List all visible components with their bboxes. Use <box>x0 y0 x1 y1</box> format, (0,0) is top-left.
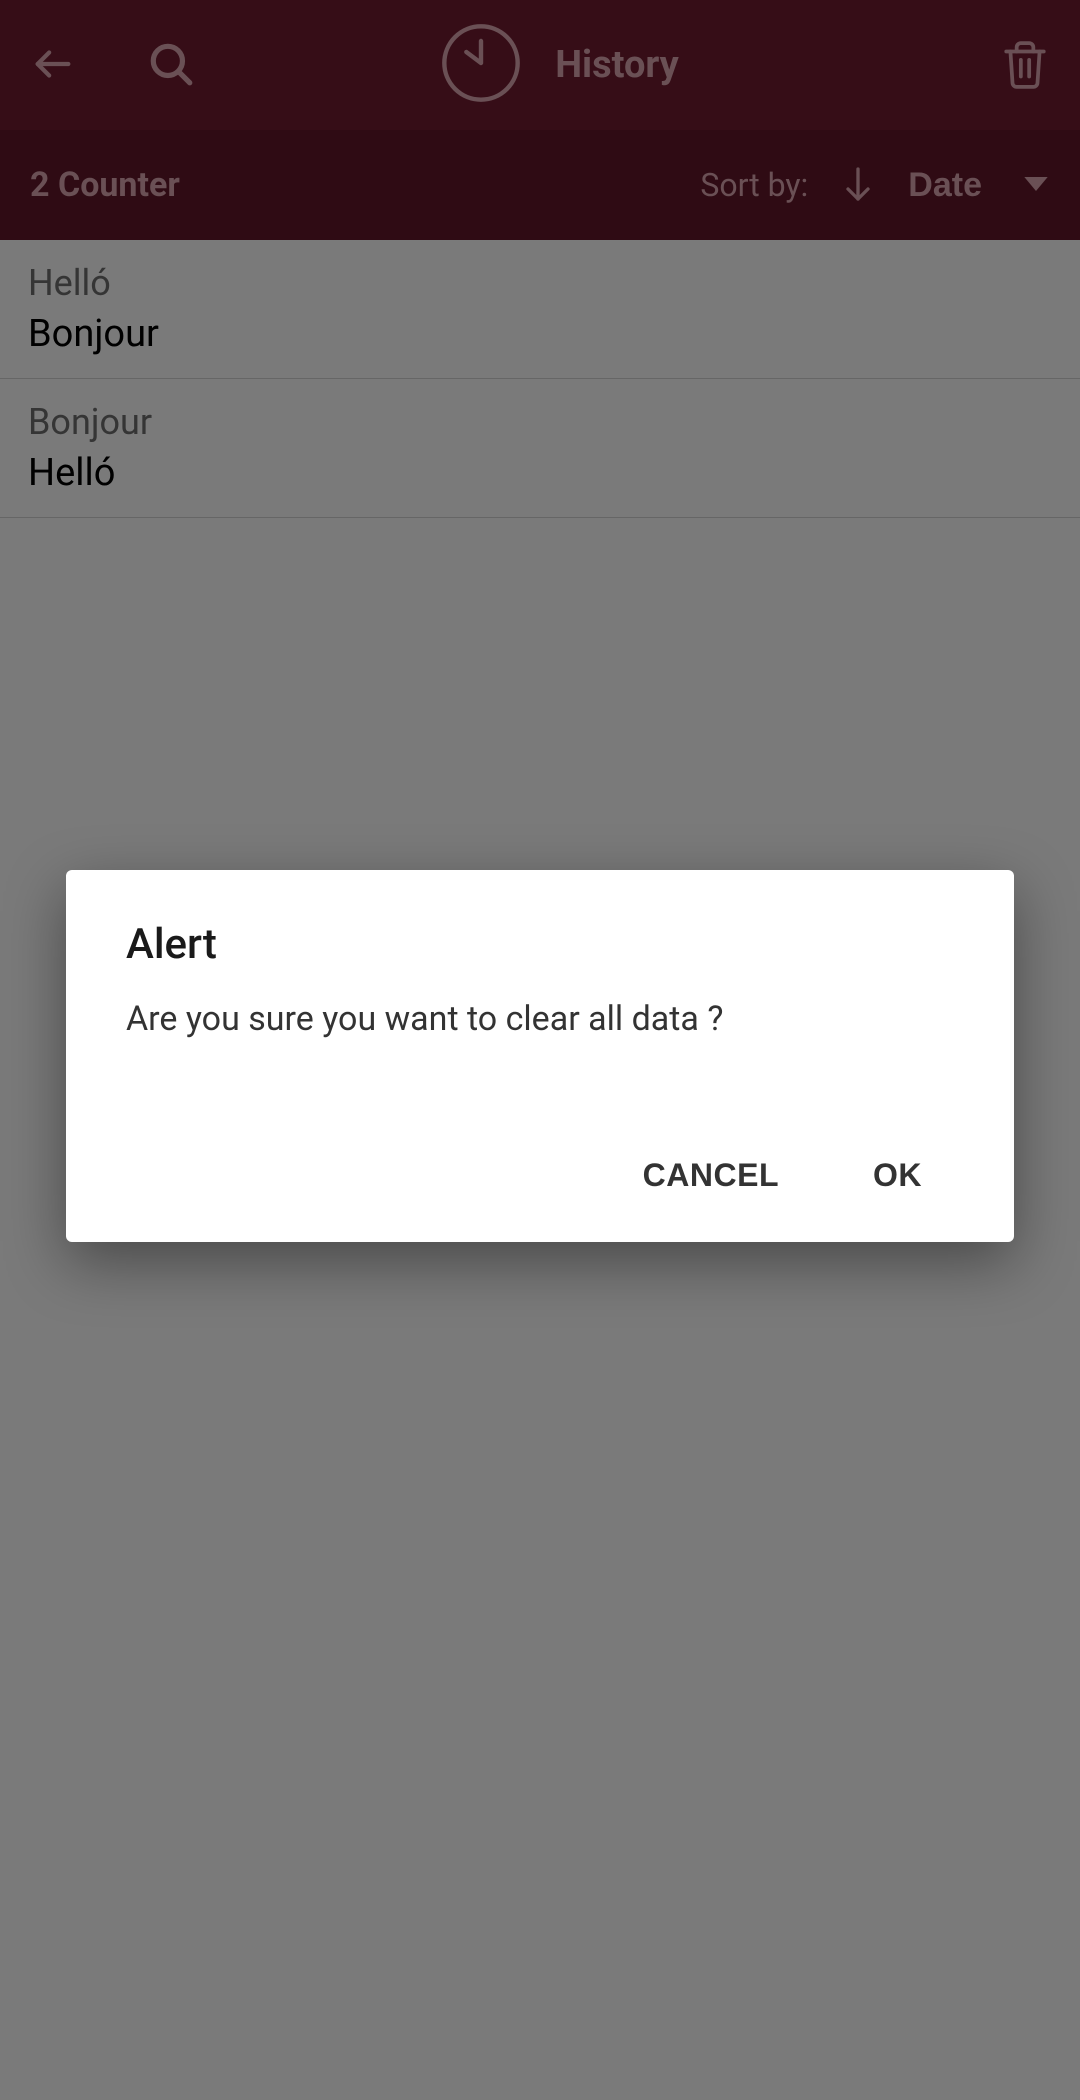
ok-button[interactable]: OK <box>851 1139 944 1212</box>
alert-dialog: Alert Are you sure you want to clear all… <box>66 870 1014 1242</box>
cancel-button[interactable]: CANCEL <box>621 1139 801 1212</box>
dialog-message: Are you sure you want to clear all data … <box>126 999 954 1039</box>
modal-overlay[interactable]: Alert Are you sure you want to clear all… <box>0 0 1080 2100</box>
dialog-actions: CANCEL OK <box>126 1139 954 1212</box>
dialog-title: Alert <box>126 920 954 969</box>
